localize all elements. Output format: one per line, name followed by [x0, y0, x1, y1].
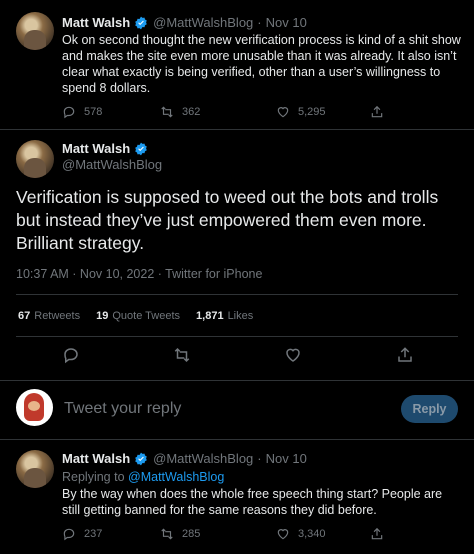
author-handle: @MattWalshBlog — [153, 15, 254, 30]
retweet-icon — [161, 106, 173, 118]
retweets-stat[interactable]: 67 Retweets — [18, 310, 80, 322]
retweet-count: 362 — [182, 106, 201, 118]
heart-icon — [286, 348, 300, 362]
avatar[interactable] — [16, 12, 54, 50]
tweet-timestamp[interactable]: 10:37 AM · Nov 10, 2022 · Twitter for iP… — [16, 267, 262, 281]
likes-stat[interactable]: 1,871 Likes — [196, 310, 253, 322]
heart-icon — [277, 107, 289, 118]
retweet-icon — [174, 347, 190, 363]
reply-submit-button[interactable]: Reply — [401, 395, 458, 423]
reply-count: 237 — [84, 528, 103, 540]
retweet-action[interactable]: 362 — [160, 105, 276, 119]
avatar[interactable] — [16, 450, 54, 488]
author-name[interactable]: Matt Walsh — [62, 451, 130, 466]
tweet-actions: 578 362 5,295 — [62, 105, 392, 119]
share-action[interactable] — [370, 105, 392, 119]
reply-input[interactable]: Tweet your reply — [64, 400, 181, 418]
tweet-date[interactable]: Nov 10 — [266, 15, 307, 30]
reply-action[interactable]: 237 — [62, 527, 160, 541]
tweet-header: Matt Walsh @MattWalshBlog · Nov 10 — [62, 15, 307, 30]
author-name[interactable]: Matt Walsh — [62, 141, 130, 156]
like-action[interactable]: 5,295 — [276, 105, 370, 119]
retweet-count: 285 — [182, 528, 201, 540]
like-count: 3,340 — [298, 528, 326, 540]
reply-icon — [63, 106, 75, 119]
verified-badge-icon — [135, 142, 147, 155]
reply-action[interactable]: 578 — [62, 105, 160, 119]
like-button[interactable] — [284, 346, 302, 364]
replying-to-link[interactable]: @MattWalshBlog — [128, 470, 224, 484]
reply-icon — [63, 528, 75, 541]
avatar[interactable] — [16, 140, 54, 178]
like-action[interactable]: 3,340 — [276, 527, 370, 541]
main-author-row: Matt Walsh — [62, 141, 153, 156]
tweet-text: By the way when does the whole free spee… — [62, 487, 443, 517]
replying-to: Replying to @MattWalshBlog — [62, 470, 225, 484]
tweet-header: Matt Walsh @MattWalshBlog · Nov 10 — [62, 451, 307, 466]
reply-count: 578 — [84, 106, 103, 118]
author-handle: @MattWalshBlog — [153, 451, 254, 466]
quote-tweets-stat[interactable]: 19 Quote Tweets — [96, 310, 180, 322]
retweet-icon — [161, 528, 173, 540]
tweet-stats: 67 Retweets 19 Quote Tweets 1,871 Likes — [18, 310, 269, 322]
main-tweet-text: Verification is supposed to weed out the… — [16, 187, 439, 253]
tweet-text: Ok on second thought the new verificatio… — [62, 33, 461, 95]
author-name[interactable]: Matt Walsh — [62, 15, 130, 30]
tweet-date[interactable]: Nov 10 — [266, 451, 307, 466]
divider — [16, 294, 458, 295]
heart-icon — [277, 529, 289, 540]
separator: · — [257, 15, 262, 30]
share-icon — [398, 347, 412, 362]
reply-button[interactable] — [62, 346, 80, 364]
share-icon — [371, 105, 383, 118]
like-count: 5,295 — [298, 106, 326, 118]
reply-icon — [64, 348, 78, 364]
share-button[interactable] — [396, 346, 414, 364]
verified-badge-icon — [135, 452, 147, 465]
divider — [16, 336, 458, 337]
current-user-avatar[interactable] — [16, 389, 53, 426]
retweet-action[interactable]: 285 — [160, 527, 276, 541]
separator: · — [257, 451, 262, 466]
retweet-button[interactable] — [173, 346, 191, 364]
author-handle[interactable]: @MattWalshBlog — [62, 157, 162, 172]
share-icon — [371, 527, 383, 540]
verified-badge-icon — [135, 16, 147, 29]
tweet-actions: 237 285 3,340 — [62, 527, 392, 541]
share-action[interactable] — [370, 527, 392, 541]
